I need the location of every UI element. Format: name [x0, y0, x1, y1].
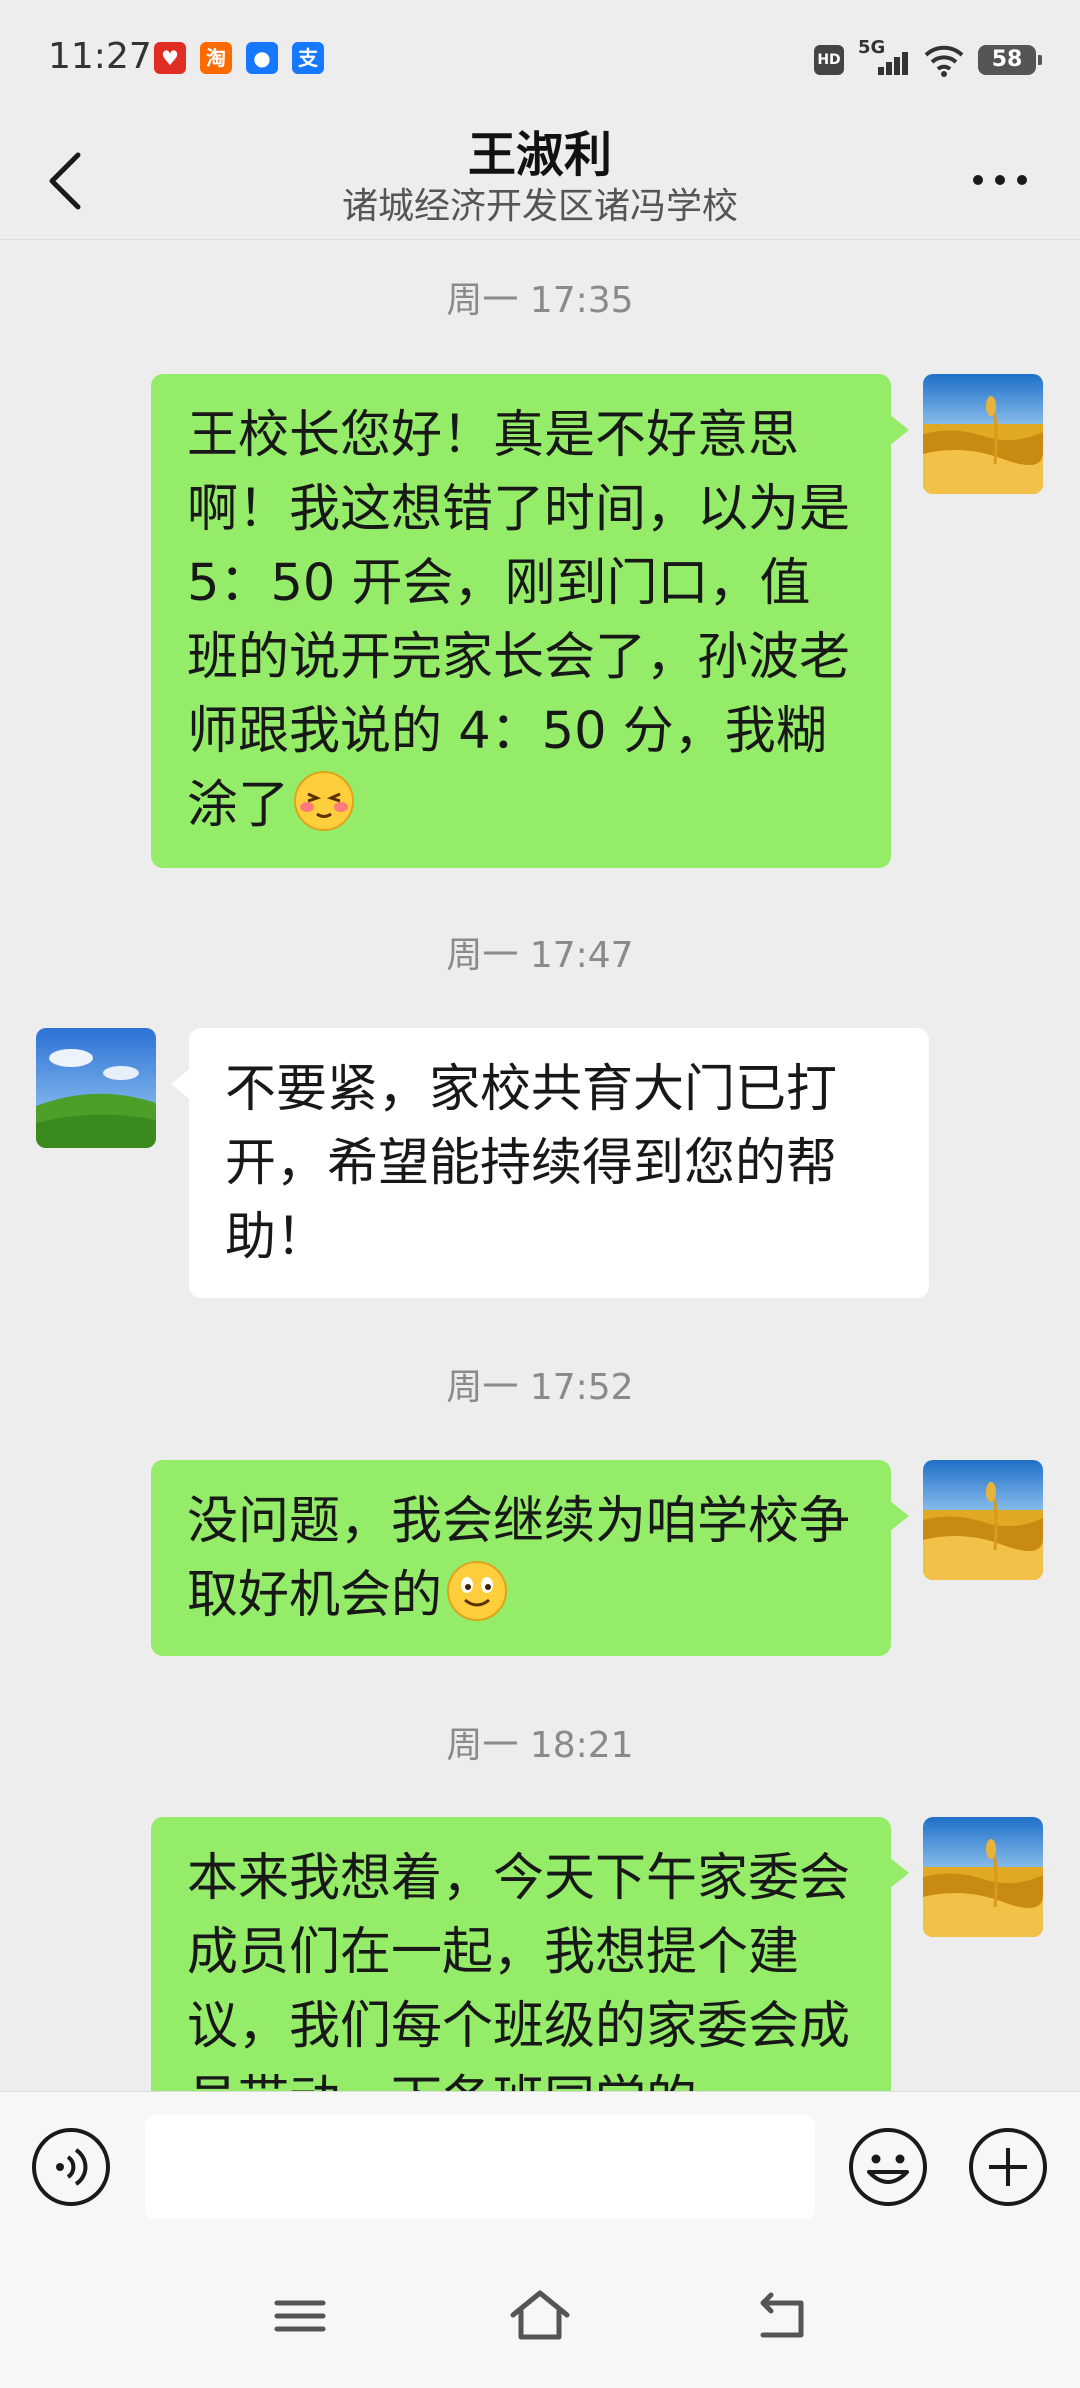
contact-avatar[interactable]: [36, 1028, 156, 1148]
home-icon[interactable]: [505, 2281, 575, 2351]
menu-icon[interactable]: [265, 2281, 335, 2351]
my-avatar[interactable]: [923, 374, 1043, 494]
message-bubble-sent[interactable]: 没问题，我会继续为咱学校争取好机会的: [151, 1460, 909, 1656]
message-text: 王校长您好！真是不好意思啊！我这想错了时间，以为是 5：50 开会，刚到门口，值…: [187, 406, 851, 835]
wheat-field-avatar-image: [923, 1817, 1043, 1937]
status-time: 11:27: [48, 36, 152, 77]
my-avatar[interactable]: [923, 1817, 1043, 1937]
battery-icon: 58: [978, 45, 1042, 75]
assistant-icon: ●: [246, 42, 278, 74]
emoji-picker-icon[interactable]: [847, 2126, 929, 2208]
more-functions-plus-icon[interactable]: [967, 2126, 1049, 2208]
status-bar: 11:27 ♥ 淘 ● 支 HD 5G 58: [0, 0, 1080, 115]
wheat-field-avatar-image: [923, 374, 1043, 494]
back-nav-icon[interactable]: [745, 2281, 815, 2351]
message-text: 本来我想着，今天下午家委会成员们在一起，我想提个建议，我们每个班级的家委会成员带…: [187, 1849, 851, 2091]
pinduoduo-icon: ♥: [154, 42, 186, 74]
contact-name: 王淑利: [467, 127, 612, 183]
contact-organization: 诸城经济开发区诸冯学校: [341, 186, 738, 227]
message-list[interactable]: 周一 17:35 王校长您好！真是不好意思啊！我这想错了时间，以为是 5：50 …: [0, 241, 1080, 2091]
more-options-icon[interactable]: [970, 155, 1030, 205]
green-hill-avatar-image: [36, 1028, 156, 1148]
message-timestamp: 周一 18:21: [446, 1725, 634, 1766]
network-type: 5G: [858, 37, 886, 58]
message-bubble-sent[interactable]: 王校长您好！真是不好意思啊！我这想错了时间，以为是 5：50 开会，刚到门口，值…: [151, 374, 909, 868]
cellular-signal-icon: 5G: [858, 37, 910, 77]
message-bubble-sent[interactable]: 本来我想着，今天下午家委会成员们在一起，我想提个建议，我们每个班级的家委会成员带…: [151, 1817, 909, 2091]
hd-voice-icon: HD: [814, 45, 844, 75]
wifi-icon: [924, 45, 964, 77]
message-bubble-received[interactable]: 不要紧，家校共育大门已打开，希望能持续得到您的帮助！: [171, 1028, 929, 1298]
system-navigation-bar: [0, 2241, 1080, 2388]
message-input[interactable]: [145, 2115, 815, 2219]
message-timestamp: 周一 17:35: [446, 280, 634, 321]
message-timestamp: 周一 17:47: [446, 935, 634, 976]
alipay-icon: 支: [292, 42, 324, 74]
my-avatar[interactable]: [923, 1460, 1043, 1580]
message-input-bar: [0, 2091, 1080, 2241]
message-timestamp: 周一 17:52: [446, 1367, 634, 1408]
smile-emoji-icon: [447, 1561, 508, 1621]
chat-header: 王淑利 诸城经济开发区诸冯学校: [0, 115, 1080, 240]
embarrassed-emoji-icon: [294, 771, 355, 831]
taobao-icon: 淘: [200, 42, 232, 74]
voice-input-icon[interactable]: [30, 2126, 112, 2208]
message-text: 不要紧，家校共育大门已打开，希望能持续得到您的帮助！: [225, 1060, 838, 1267]
wheat-field-avatar-image: [923, 1460, 1043, 1580]
message-text: 没问题，我会继续为咱学校争取好机会的: [187, 1492, 851, 1625]
